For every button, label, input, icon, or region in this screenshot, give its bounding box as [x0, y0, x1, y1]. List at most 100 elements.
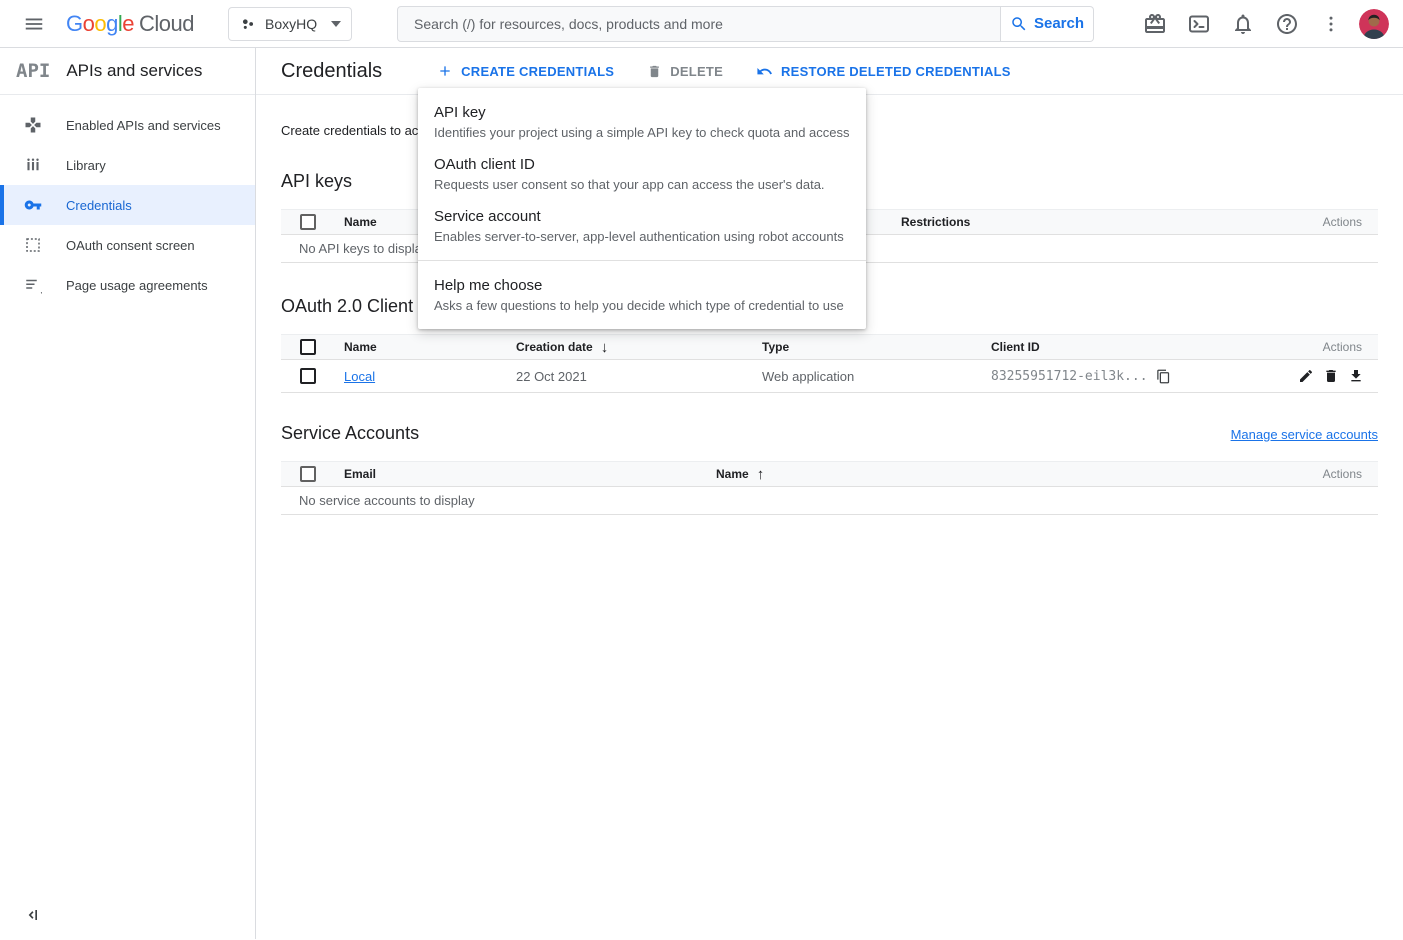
column-header-name[interactable]: Name ↑ [716, 466, 1288, 483]
sidebar-title: APIs and services [66, 61, 202, 81]
menu-hamburger-icon[interactable] [22, 12, 46, 36]
delete-button[interactable]: DELETE [647, 64, 723, 79]
project-name: BoxyHQ [265, 16, 317, 32]
row-checkbox[interactable] [300, 368, 316, 384]
key-icon [24, 196, 42, 214]
oauth-table-header: Name Creation date ↓ Type Client ID Acti… [281, 334, 1378, 360]
project-selector[interactable]: BoxyHQ [228, 7, 352, 41]
page-title: Credentials [281, 60, 382, 83]
column-header-actions: Actions [1288, 340, 1378, 354]
menu-item-help-me-choose[interactable]: Help me choose Asks a few questions to h… [418, 269, 866, 321]
select-all-checkbox[interactable] [300, 339, 316, 355]
sidebar-header: API APIs and services [0, 48, 255, 95]
sidebar-item-enabled-apis[interactable]: Enabled APIs and services [0, 105, 255, 145]
oauth-client-creation-date: 22 Oct 2021 [516, 369, 762, 384]
sidebar-item-label: Enabled APIs and services [66, 118, 221, 133]
column-header-restrictions: Restrictions [901, 215, 1288, 229]
logo-letter: e [122, 11, 134, 37]
search-button[interactable]: Search [1001, 6, 1094, 42]
oauth-clients-table: Name Creation date ↓ Type Client ID Acti… [281, 334, 1378, 393]
gift-icon[interactable] [1135, 4, 1175, 44]
logo-letter: G [66, 11, 83, 37]
menu-item-title: OAuth client ID [434, 155, 850, 175]
column-header-actions: Actions [1288, 215, 1378, 229]
top-bar: Google Cloud BoxyHQ Search [0, 0, 1403, 48]
edit-pencil-icon[interactable] [1298, 368, 1314, 384]
api-product-logo: API [16, 60, 50, 82]
menu-item-api-key[interactable]: API key Identifies your project using a … [418, 96, 866, 148]
sidebar-item-library[interactable]: Library [0, 145, 255, 185]
chevron-down-icon [331, 21, 341, 27]
sidebar-item-oauth-consent[interactable]: OAuth consent screen [0, 225, 255, 265]
dashboard-icon [24, 116, 42, 134]
menu-item-description: Requests user consent so that your app c… [434, 177, 850, 193]
oauth-client-type: Web application [762, 369, 991, 384]
restore-deleted-credentials-button[interactable]: RESTORE DELETED CREDENTIALS [756, 63, 1011, 80]
sidebar: API APIs and services Enabled APIs and s… [0, 48, 256, 939]
select-all-checkbox[interactable] [300, 466, 316, 482]
menu-item-title: API key [434, 103, 850, 123]
sidebar-item-label: OAuth consent screen [66, 238, 195, 253]
service-accounts-table: Email Name ↑ Actions No service accounts… [281, 461, 1378, 515]
menu-item-service-account[interactable]: Service account Enables server-to-server… [418, 200, 866, 252]
menu-item-title: Service account [434, 207, 850, 227]
column-header-type: Type [762, 340, 991, 354]
column-header-client-id: Client ID [991, 340, 1288, 354]
create-credentials-label: CREATE CREDENTIALS [461, 64, 614, 79]
column-header-actions: Actions [1288, 467, 1378, 481]
menu-divider [418, 260, 866, 261]
logo-letter: o [83, 11, 95, 37]
google-cloud-logo[interactable]: Google Cloud [66, 11, 194, 37]
download-icon[interactable] [1348, 368, 1364, 384]
sort-descending-icon: ↓ [601, 339, 609, 356]
search-button-label: Search [1034, 15, 1084, 32]
agreements-list-gear-icon [24, 276, 42, 294]
oauth-client-row: Local 22 Oct 2021 Web application 832559… [281, 360, 1378, 393]
consent-screen-icon [24, 236, 42, 254]
restore-label: RESTORE DELETED CREDENTIALS [781, 64, 1011, 79]
sidebar-item-label: Page usage agreements [66, 278, 208, 293]
search-input[interactable] [397, 6, 1001, 42]
sidebar-item-label: Credentials [66, 198, 132, 213]
column-header-name: Name [344, 340, 516, 354]
collapse-sidebar-icon[interactable] [22, 905, 42, 925]
menu-item-oauth-client-id[interactable]: OAuth client ID Requests user consent so… [418, 148, 866, 200]
menu-item-description: Identifies your project using a simple A… [434, 125, 850, 141]
delete-label: DELETE [670, 64, 723, 79]
column-header-email: Email [344, 467, 716, 481]
undo-restore-icon [756, 63, 773, 80]
copy-icon[interactable] [1156, 369, 1171, 384]
oauth-client-id-value: 83255951712-eil3k... [991, 369, 1148, 384]
user-avatar[interactable] [1359, 9, 1389, 39]
more-options-icon[interactable] [1311, 4, 1351, 44]
select-all-checkbox[interactable] [300, 214, 316, 230]
name-label: Name [716, 467, 749, 481]
cloud-shell-icon[interactable] [1179, 4, 1219, 44]
oauth-client-name-link[interactable]: Local [344, 369, 516, 384]
logo-letter: o [94, 11, 106, 37]
sidebar-item-label: Library [66, 158, 106, 173]
service-accounts-heading: Service Accounts [281, 423, 419, 444]
trash-icon [647, 64, 662, 79]
manage-service-accounts-link[interactable]: Manage service accounts [1231, 427, 1378, 442]
menu-item-description: Asks a few questions to help you decide … [434, 298, 850, 314]
column-header-creation-date[interactable]: Creation date ↓ [516, 339, 762, 356]
delete-trash-icon[interactable] [1323, 368, 1339, 384]
help-icon[interactable] [1267, 4, 1307, 44]
search-bar: Search [397, 6, 1094, 42]
sidebar-item-credentials[interactable]: Credentials [0, 185, 255, 225]
library-icon [24, 156, 42, 174]
creation-date-label: Creation date [516, 340, 593, 354]
sidebar-item-page-usage[interactable]: Page usage agreements [0, 265, 255, 305]
create-credentials-button[interactable]: CREATE CREDENTIALS [437, 63, 614, 79]
menu-item-description: Enables server-to-server, app-level auth… [434, 229, 850, 245]
notifications-bell-icon[interactable] [1223, 4, 1263, 44]
search-icon [1010, 15, 1028, 33]
service-accounts-table-header: Email Name ↑ Actions [281, 461, 1378, 487]
plus-icon [437, 63, 453, 79]
create-credentials-menu: API key Identifies your project using a … [418, 88, 866, 329]
sort-ascending-icon: ↑ [757, 466, 765, 483]
service-accounts-empty-state: No service accounts to display [281, 487, 1378, 515]
project-icon [239, 15, 257, 33]
logo-cloud-word: Cloud [139, 11, 194, 37]
